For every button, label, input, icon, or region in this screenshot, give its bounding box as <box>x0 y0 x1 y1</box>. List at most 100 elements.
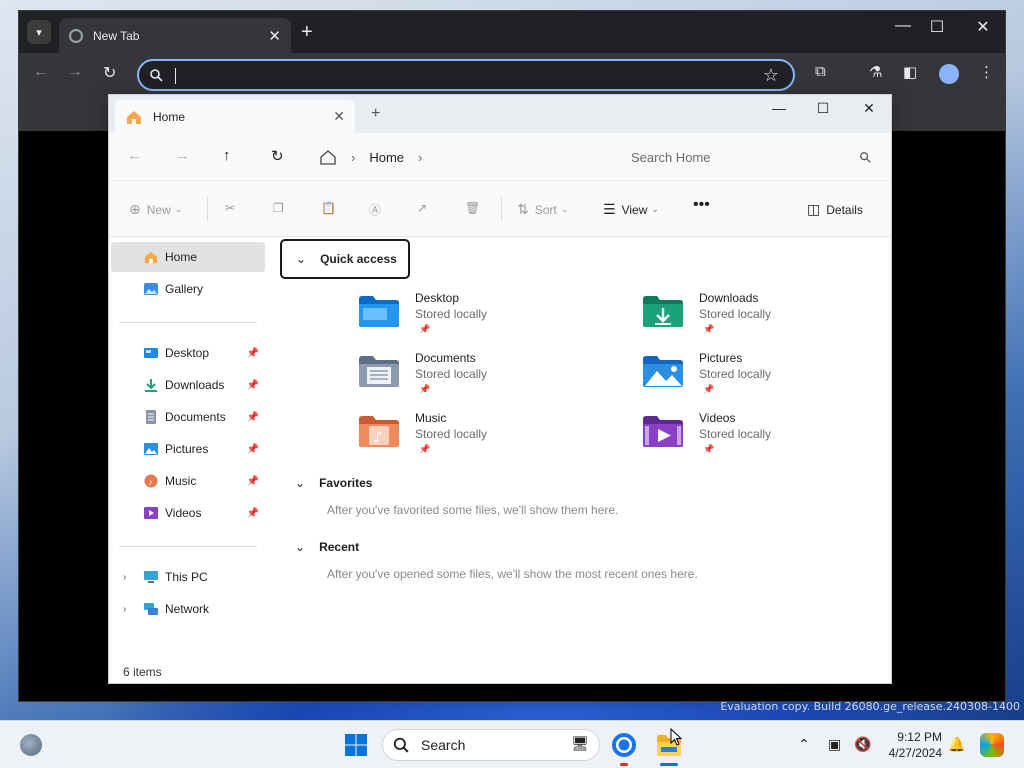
search-input[interactable]: Search Home <box>611 139 881 175</box>
explorer-tab-home[interactable]: Home ✕ <box>115 100 355 133</box>
chevron-down-icon: ⌄ <box>295 476 306 490</box>
item-name: Documents <box>415 351 476 365</box>
notification-bell-icon[interactable]: 🔔 <box>948 736 965 753</box>
nav-item-downloads[interactable]: Downloads 📌 <box>111 370 265 400</box>
side-panel-icon[interactable]: ◧ <box>903 63 917 81</box>
taskbar-search-label: Search <box>421 737 466 753</box>
desktop-folder-icon <box>359 296 399 327</box>
divider <box>207 197 208 221</box>
content-pane: ⌄ Quick access Desktop Stored locally 📌 <box>269 237 891 655</box>
back-icon[interactable]: ← <box>33 63 49 81</box>
nav-label: Videos <box>165 506 202 520</box>
forward-icon[interactable]: → <box>175 147 190 164</box>
weather-widget-icon[interactable] <box>20 734 42 756</box>
item-name: Desktop <box>415 291 460 305</box>
close-tab-icon[interactable]: ✕ <box>333 108 345 125</box>
quick-access-item-music[interactable]: ♪ Music Stored locally 📌 <box>357 411 617 467</box>
nav-item-home[interactable]: Home <box>111 242 265 272</box>
nav-item-videos[interactable]: Videos 📌 <box>111 498 265 528</box>
maximize-button[interactable]: ☐ <box>917 17 957 37</box>
more-options-icon[interactable]: ••• <box>693 196 710 214</box>
favorites-header[interactable]: ⌄ Favorites <box>281 463 372 503</box>
item-status: Stored locally <box>415 427 488 441</box>
nav-label: Gallery <box>165 282 204 296</box>
cut-icon[interactable]: ✂ <box>225 201 235 215</box>
paste-icon[interactable]: 📋 <box>321 201 336 215</box>
labs-flask-icon[interactable]: ⚗ <box>869 63 882 81</box>
quick-access-item-pictures[interactable]: Pictures Stored locally 📌 <box>641 351 901 407</box>
chevron-down-icon: ⌄ <box>295 540 306 554</box>
close-window-button[interactable]: ✕ <box>847 100 891 117</box>
tab-search-button[interactable]: ▾ <box>27 20 51 44</box>
view-label: View <box>621 202 648 217</box>
new-label: New <box>146 202 171 217</box>
details-button[interactable]: ◫ Details <box>807 201 863 218</box>
taskbar-clock[interactable]: 9:12 PM 4/27/2024 <box>880 729 942 761</box>
nav-label: Network <box>165 602 210 616</box>
share-icon[interactable]: ↗ <box>417 201 427 215</box>
documents-folder-icon <box>359 356 399 387</box>
new-tab-button[interactable]: + <box>301 21 313 44</box>
delete-icon[interactable]: 🗑 <box>465 201 480 215</box>
divider <box>501 197 502 221</box>
quick-access-item-downloads[interactable]: Downloads Stored locally 📌 <box>641 291 901 347</box>
item-name: Downloads <box>699 291 759 305</box>
nav-item-music[interactable]: ♪ Music 📌 <box>111 466 265 496</box>
quick-access-item-videos[interactable]: Videos Stored locally 📌 <box>641 411 901 467</box>
bookmark-star-icon[interactable]: ☆ <box>763 65 779 86</box>
address-bar[interactable]: ☆ <box>137 59 795 91</box>
refresh-icon[interactable]: ↻ <box>271 147 284 165</box>
maximize-button[interactable]: ☐ <box>801 100 845 117</box>
forward-icon[interactable]: → <box>67 63 83 81</box>
quick-access-item-desktop[interactable]: Desktop Stored locally 📌 <box>357 291 617 347</box>
nav-item-gallery[interactable]: Gallery <box>111 274 265 304</box>
close-window-button[interactable]: ✕ <box>963 17 1003 37</box>
nav-label: Home <box>165 250 198 264</box>
nav-item-network[interactable]: › Network <box>111 594 265 624</box>
nav-item-pictures[interactable]: Pictures 📌 <box>111 434 265 464</box>
copilot-icon[interactable] <box>980 733 1004 757</box>
taskbar: Search 🖥 ⌃ ▣ 🔇 9:12 PM 4/27/2024 🔔 <box>0 720 1024 768</box>
recent-empty-message: After you've opened some files, we'll sh… <box>327 567 698 581</box>
back-icon[interactable]: ← <box>127 147 142 164</box>
chevron-right-icon[interactable]: › <box>123 604 126 615</box>
nav-item-this-pc[interactable]: › This PC <box>111 562 265 592</box>
item-name: Videos <box>699 411 736 425</box>
volume-muted-icon[interactable]: 🔇 <box>854 736 871 753</box>
gallery-icon <box>144 283 158 295</box>
chevron-right-icon[interactable]: › <box>418 150 422 165</box>
menu-kebab-icon[interactable]: ⋮ <box>979 63 994 81</box>
view-button[interactable]: ☰ View ⌄ <box>603 201 659 218</box>
chevron-right-icon[interactable]: › <box>123 572 126 583</box>
quick-access-item-documents[interactable]: Documents Stored locally 📌 <box>357 351 617 407</box>
sort-button[interactable]: ⇅ Sort ⌄ <box>517 201 568 218</box>
chrome-tab-new-tab[interactable]: New Tab ✕ <box>59 18 291 53</box>
profile-avatar[interactable] <box>939 64 959 84</box>
copy-icon[interactable]: ❐ <box>273 201 284 215</box>
new-button[interactable]: ⊕ New ⌄ <box>129 201 182 218</box>
start-button[interactable] <box>344 733 368 757</box>
breadcrumb-home[interactable]: Home <box>369 150 404 165</box>
minimize-button[interactable]: — <box>757 100 801 116</box>
search-icon <box>150 69 163 82</box>
text-caret <box>175 68 176 84</box>
extensions-icon[interactable]: ⧉ <box>815 63 826 80</box>
network-status-icon[interactable]: ▣ <box>828 736 841 753</box>
pin-icon: 📌 <box>246 507 259 519</box>
svg-text:♪: ♪ <box>148 477 153 487</box>
breadcrumb[interactable]: › Home › <box>309 139 605 175</box>
rename-icon[interactable]: Ⓐ <box>369 201 381 218</box>
close-tab-icon[interactable]: ✕ <box>268 27 281 45</box>
new-tab-button[interactable]: + <box>371 105 380 123</box>
nav-label: Pictures <box>165 442 209 456</box>
taskbar-search-box[interactable]: Search 🖥 <box>382 729 600 761</box>
recent-header[interactable]: ⌄ Recent <box>281 527 359 567</box>
reload-icon[interactable]: ↻ <box>103 63 116 83</box>
nav-item-documents[interactable]: Documents 📌 <box>111 402 265 432</box>
quick-access-header[interactable]: ⌄ Quick access <box>280 239 410 279</box>
chrome-taskbar-icon[interactable] <box>610 731 638 759</box>
chevron-up-icon[interactable]: ⌃ <box>798 736 810 753</box>
pin-icon: 📌 <box>246 411 259 423</box>
nav-item-desktop[interactable]: Desktop 📌 <box>111 338 265 368</box>
up-icon[interactable]: ↑ <box>223 147 231 164</box>
